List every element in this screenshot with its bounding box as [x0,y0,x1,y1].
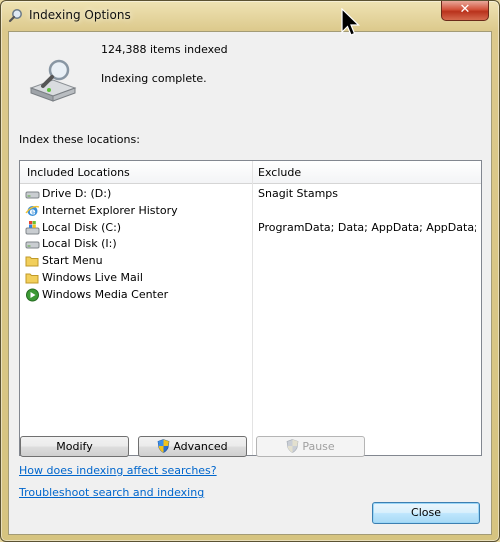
location-name: Local Disk (C:) [42,220,122,234]
location-exclusions: Snagit Stamps [258,187,339,200]
pause-button-label: Pause [302,440,335,453]
close-button-label: Close [411,506,441,519]
location-name: Windows Media Center [42,287,169,301]
drive-icon [25,187,40,201]
location-name: Start Menu [42,254,103,268]
close-button[interactable]: Close [372,502,480,524]
locations-label: Index these locations: [19,133,140,146]
location-name: Local Disk (I:) [42,237,117,251]
location-row-local-disk-i[interactable]: Local Disk (I:) [20,236,481,253]
how-indexing-affects-searches-link[interactable]: How does indexing affect searches? [19,464,217,477]
media-center-icon [25,288,40,302]
folder-icon [25,254,40,268]
window-close-button[interactable]: ✕ [441,1,489,21]
magnifier-icon [8,8,24,24]
indexing-options-window: Indexing Options ✕ 124,388 items indexed… [0,0,500,542]
dialog-client-area: 124,388 items indexed Indexing complete.… [8,31,492,535]
modify-button-label: Modify [56,440,93,453]
location-row-drive-d[interactable]: Drive D: (D:) Snagit Stamps [20,186,481,203]
advanced-button-label: Advanced [173,440,228,453]
uac-shield-icon [286,439,299,460]
items-indexed-count: 124,388 items indexed [101,43,228,56]
location-exclusions: ProgramData; Data; AppData; AppData; ... [258,220,476,234]
location-rows: Drive D: (D:) Snagit Stamps e Internet E… [20,186,481,304]
title-bar[interactable]: Indexing Options ✕ [1,1,499,31]
column-header-exclude[interactable]: Exclude [258,166,301,179]
folder-icon [25,271,40,285]
mouse-cursor-icon [341,8,360,36]
location-row-start-menu[interactable]: Start Menu [20,253,481,270]
list-header: Included Locations Exclude [20,161,481,184]
advanced-button[interactable]: Advanced [138,436,247,457]
locations-list[interactable]: Included Locations Exclude Drive D: (D:)… [19,160,482,456]
location-name: Drive D: (D:) [42,187,112,200]
drive-icon [25,237,40,251]
location-row-windows-live-mail[interactable]: Windows Live Mail [20,270,481,287]
location-row-local-disk-c[interactable]: Local Disk (C:) ProgramData; Data; AppDa… [20,220,481,237]
window-title: Indexing Options [29,8,131,22]
uac-shield-icon [157,439,170,460]
troubleshoot-search-link[interactable]: Troubleshoot search and indexing [19,486,204,499]
location-row-windows-media-center[interactable]: Windows Media Center [20,287,481,304]
location-row-internet-explorer-history[interactable]: e Internet Explorer History [20,203,481,220]
column-header-included[interactable]: Included Locations [27,166,130,179]
indexing-status: Indexing complete. [101,72,207,85]
modify-button[interactable]: Modify [20,436,129,457]
location-name: Internet Explorer History [42,203,178,217]
windows-drive-icon [25,220,40,235]
pause-button[interactable]: Pause [256,436,365,457]
internet-explorer-icon: e [25,204,40,218]
location-name: Windows Live Mail [42,270,143,284]
indexing-drive-icon [27,58,79,106]
